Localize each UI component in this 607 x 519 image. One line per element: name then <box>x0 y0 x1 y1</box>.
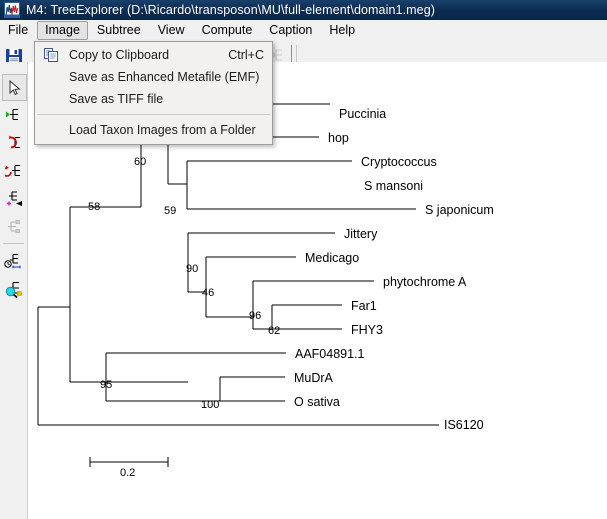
linearize-timetree-icon[interactable] <box>2 248 25 273</box>
taxon-label[interactable]: Jittery <box>344 227 378 241</box>
support-value: 90 <box>186 263 198 275</box>
toolbar-cursor-line <box>291 45 292 63</box>
root-tree-icon[interactable] <box>2 158 25 183</box>
compress-subtree-icon[interactable] <box>2 186 25 211</box>
mega-tree-icon <box>4 2 20 18</box>
title-bar: M4: TreeExplorer (D:\Ricardo\transposon\… <box>0 0 607 20</box>
taxon-label[interactable]: Cryptococcus <box>361 155 437 169</box>
taxon-label[interactable]: MuDrA <box>294 371 334 385</box>
taxon-label[interactable]: FHY3 <box>351 323 383 337</box>
menu-help[interactable]: Help <box>321 21 363 40</box>
taxon-label[interactable]: IS6120 <box>444 418 484 432</box>
support-value: 62 <box>268 325 280 337</box>
scale-bar-label: 0.2 <box>120 467 135 479</box>
menu-item-label: Load Taxon Images from a Folder <box>69 123 256 137</box>
menu-file[interactable]: File <box>0 21 36 40</box>
support-value: 46 <box>202 287 214 299</box>
scale-bar <box>89 457 169 467</box>
taxon-label[interactable]: Far1 <box>351 299 377 313</box>
taxon-label[interactable]: S mansoni <box>364 179 423 193</box>
menu-bar: File Image Subtree View Compute Caption … <box>0 20 607 42</box>
menu-item-label: Save as TIFF file <box>69 92 164 106</box>
find-taxon-icon[interactable] <box>2 276 25 301</box>
menu-image[interactable]: Image <box>37 21 88 40</box>
menu-subtree[interactable]: Subtree <box>89 21 149 40</box>
menu-item-label: Save as Enhanced Metafile (EMF) <box>69 70 260 84</box>
taxon-label[interactable]: Puccinia <box>339 107 386 121</box>
taxon-label[interactable]: AAF04891.1 <box>295 347 365 361</box>
menu-item-save-tiff[interactable]: Save as TIFF file <box>35 88 272 110</box>
swap-subtree-icon[interactable] <box>2 130 25 155</box>
support-value: 96 <box>249 310 261 322</box>
taxon-label[interactable]: hop <box>328 131 349 145</box>
flip-subtree-icon[interactable] <box>2 102 25 127</box>
menu-item-label: Copy to Clipboard <box>69 48 170 62</box>
menu-item-save-emf[interactable]: Save as Enhanced Metafile (EMF) <box>35 66 272 88</box>
menu-view[interactable]: View <box>150 21 193 40</box>
menu-item-copy-to-clipboard[interactable]: Copy to Clipboard Ctrl+C <box>35 44 272 66</box>
menu-item-accelerator: Ctrl+C <box>228 48 264 62</box>
support-value: 58 <box>88 201 100 213</box>
menu-separator <box>37 114 270 115</box>
menu-caption[interactable]: Caption <box>261 21 320 40</box>
taxon-label[interactable]: Medicago <box>305 251 359 265</box>
toolbar-separator <box>3 243 24 244</box>
menu-compute[interactable]: Compute <box>194 21 261 40</box>
collapse-subtree-icon[interactable] <box>2 214 25 239</box>
left-toolbar <box>0 62 28 519</box>
taxon-label[interactable]: phytochrome A <box>383 275 467 289</box>
image-menu-dropdown[interactable]: Copy to Clipboard Ctrl+C Save as Enhance… <box>34 41 273 145</box>
menu-item-load-taxon-images[interactable]: Load Taxon Images from a Folder <box>35 119 272 141</box>
support-value: 95 <box>100 379 112 391</box>
window-title: M4: TreeExplorer (D:\Ricardo\transposon\… <box>26 3 436 17</box>
taxon-label[interactable]: S japonicum <box>425 203 494 217</box>
support-value: 59 <box>164 205 176 217</box>
copy-icon <box>44 48 59 62</box>
support-value: 60 <box>134 156 146 168</box>
pointer-icon[interactable] <box>2 74 27 101</box>
taxon-label[interactable]: O sativa <box>294 395 340 409</box>
treeexplorer-window: M4: TreeExplorer (D:\Ricardo\transposon\… <box>0 0 607 519</box>
support-value: 100 <box>201 399 219 411</box>
